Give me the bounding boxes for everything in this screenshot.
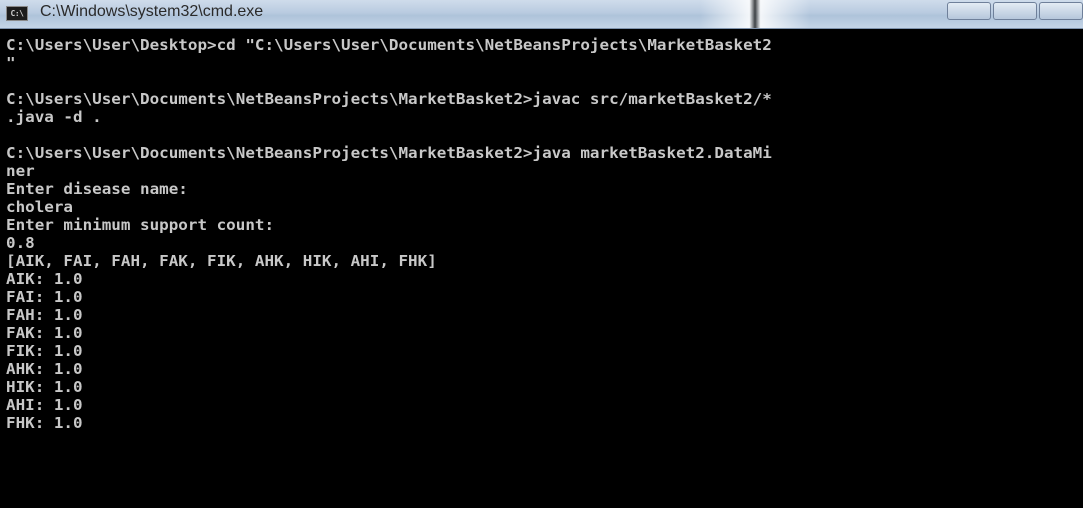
console-line: Enter minimum support count: [6, 216, 275, 234]
title-bar[interactable]: C:\ C:\Windows\system32\cmd.exe [0, 0, 1083, 29]
console-line: [AIK, FAI, FAH, FAK, FIK, AHK, HIK, AHI,… [6, 252, 437, 270]
console-line: Enter disease name: [6, 180, 188, 198]
console-line: 0.8 [6, 234, 35, 252]
console-line: C:\Users\User\Documents\NetBeansProjects… [6, 144, 772, 162]
title-bar-glare [700, 0, 810, 28]
console-line: " [6, 54, 16, 72]
console-line: AIK: 1.0 [6, 270, 83, 288]
console-line: AHK: 1.0 [6, 360, 83, 378]
minimize-button[interactable] [947, 2, 991, 20]
console-line: C:\Users\User\Documents\NetBeansProjects… [6, 90, 772, 108]
window-controls [945, 2, 1083, 20]
console-line: C:\Users\User\Desktop>cd "C:\Users\User\… [6, 36, 772, 54]
console-line: FAH: 1.0 [6, 306, 83, 324]
console-line: .java -d . [6, 108, 102, 126]
close-button[interactable] [1039, 2, 1083, 20]
console-line: FHK: 1.0 [6, 414, 83, 432]
maximize-button[interactable] [993, 2, 1037, 20]
console-line: FIK: 1.0 [6, 342, 83, 360]
console-line: AHI: 1.0 [6, 396, 83, 414]
cmd-icon[interactable]: C:\ [6, 6, 28, 21]
console-line: HIK: 1.0 [6, 378, 83, 396]
window-title: C:\Windows\system32\cmd.exe [40, 3, 264, 20]
console-output[interactable]: C:\Users\User\Desktop>cd "C:\Users\User\… [0, 36, 1083, 508]
console-line: FAI: 1.0 [6, 288, 83, 306]
console-line: ner [6, 162, 35, 180]
cmd-window: C:\ C:\Windows\system32\cmd.exe C:\Users… [0, 0, 1083, 508]
console-line: FAK: 1.0 [6, 324, 83, 342]
console-line: cholera [6, 198, 74, 216]
